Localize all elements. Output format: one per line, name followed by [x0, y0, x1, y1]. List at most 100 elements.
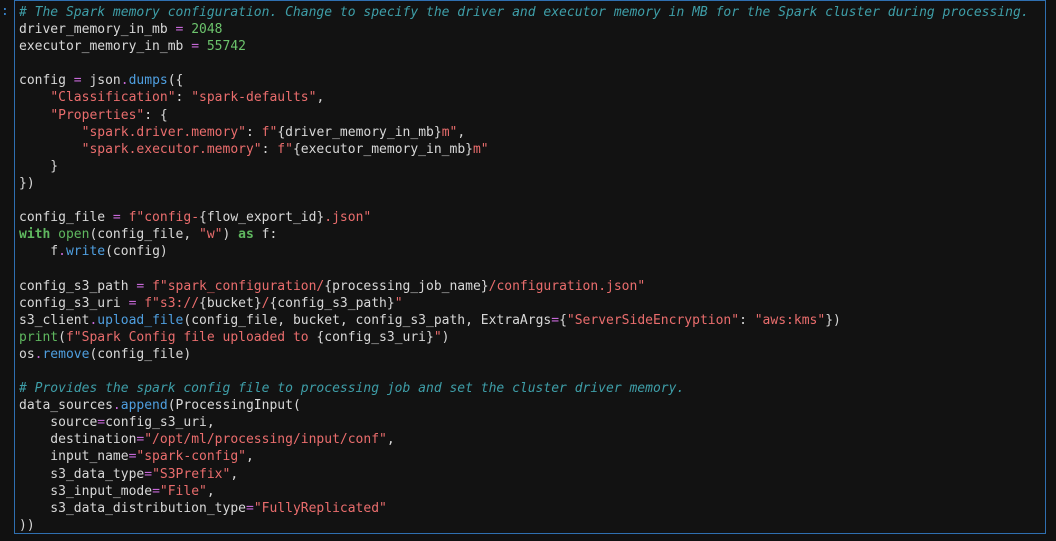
- code-token-string: "/opt/ml/processing/input/conf": [144, 432, 387, 448]
- code-token-text: }): [825, 312, 841, 328]
- code-token-text: s3_data_type: [19, 466, 145, 482]
- code-token-text: {config_s3_path}: [269, 295, 395, 311]
- code-token-function: upload_file: [97, 312, 184, 328]
- code-token-string: f": [277, 141, 293, 157]
- code-line: s3_client.upload_file(config_file, bucke…: [19, 312, 1029, 329]
- code-token-text: )): [19, 517, 35, 533]
- code-token-text: (config): [105, 244, 168, 260]
- code-token-text: :: [246, 124, 262, 140]
- code-token-keyword: as: [238, 227, 254, 243]
- code-token-text: {flow_export_id}: [199, 210, 325, 226]
- code-token-text: ): [222, 227, 239, 243]
- code-token-text: ,: [206, 483, 215, 499]
- code-token-text: {: [559, 312, 567, 328]
- code-line: # Provides the spark config file to proc…: [19, 380, 1029, 397]
- code-token-function: dumps: [128, 73, 168, 89]
- code-token-string: ": [394, 295, 403, 311]
- code-token-text: (config_file, bucket, config_s3_path, Ex…: [183, 312, 552, 328]
- code-token-text: f: [19, 244, 59, 260]
- code-token-identifier: config_s3_path: [19, 278, 137, 294]
- code-token-text: f:: [253, 227, 278, 243]
- code-line: s3_input_mode="File",: [19, 483, 1029, 500]
- code-token-operator: =: [112, 210, 121, 226]
- code-token-text: ,: [457, 124, 466, 140]
- code-line: f.write(config): [19, 243, 1029, 260]
- code-token-string: .json": [324, 210, 372, 226]
- code-line: os.remove(config_file): [19, 346, 1029, 363]
- code-editor[interactable]: # The Spark memory configuration. Change…: [19, 4, 1029, 534]
- code-token-operator: =: [191, 39, 200, 55]
- code-token-comment: # Provides the spark config file to proc…: [19, 381, 685, 397]
- code-token-string: f"spark_configuration/: [152, 278, 325, 294]
- code-token-text: ,: [245, 449, 254, 465]
- code-line: data_sources.append(ProcessingInput(: [19, 397, 1029, 414]
- code-token-number: 55742: [206, 39, 246, 55]
- code-line: }: [19, 158, 1029, 175]
- code-token-identifier: data_sources: [19, 398, 113, 414]
- code-token-text: {executor_memory_in_mb}: [292, 141, 473, 157]
- code-token-text: config_s3_uri,: [105, 415, 215, 431]
- code-token-text: ({: [167, 73, 184, 89]
- code-token-identifier: driver_memory_in_mb: [19, 22, 176, 38]
- code-token-builtin: print: [19, 329, 59, 345]
- code-token-identifier: os: [19, 346, 35, 362]
- code-token-text: {processing_job_name}: [324, 278, 489, 294]
- code-line: print(f"Spark Config file uploaded to {c…: [19, 329, 1029, 346]
- code-token-keyword: with: [19, 227, 51, 243]
- code-token-text: :: [739, 312, 755, 328]
- code-token-text: s3_data_distribution_type: [19, 500, 246, 516]
- code-token-string: f": [261, 124, 278, 140]
- code-token-string: "spark-config": [136, 449, 246, 465]
- code-line: config_file = f"config-{flow_export_id}.…: [19, 209, 1029, 226]
- code-line: "spark.driver.memory": f"{driver_memory_…: [19, 124, 1029, 141]
- code-token-text: :: [261, 141, 278, 157]
- code-token-string: f"s3://: [144, 295, 200, 311]
- code-token-text: ): [441, 329, 450, 345]
- code-token-text: s3_input_mode: [19, 483, 153, 499]
- code-token-string: m": [472, 141, 489, 157]
- code-token-string: "aws:kms": [754, 312, 826, 328]
- code-token-operator: =: [152, 483, 160, 499]
- code-cell[interactable]: # The Spark memory configuration. Change…: [14, 0, 1046, 534]
- code-token-string: "spark.driver.memory": [81, 124, 246, 140]
- code-line: s3_data_type="S3Prefix",: [19, 466, 1029, 483]
- code-token-string: "spark-defaults": [191, 90, 317, 106]
- code-token-identifier: config_s3_uri: [19, 295, 129, 311]
- code-token-operator: .: [58, 244, 66, 260]
- code-line: config = json.dumps({: [19, 72, 1029, 89]
- code-token-text: :: [175, 90, 192, 106]
- code-token-text: {bucket}: [199, 295, 262, 311]
- code-token-function: write: [65, 244, 106, 260]
- code-token-string: "S3Prefix": [152, 466, 231, 482]
- code-token-string: "w": [199, 227, 223, 243]
- code-token-identifier: config: [19, 73, 74, 89]
- code-token-text: (config_file,: [89, 227, 200, 243]
- code-token-text: }): [19, 175, 35, 191]
- code-token-text: source: [19, 415, 98, 431]
- code-token-identifier: config_file: [19, 210, 113, 226]
- code-line: "Properties": {: [19, 107, 1029, 124]
- code-line: source=config_s3_uri,: [19, 414, 1029, 431]
- code-token-text: : {: [144, 107, 168, 123]
- code-token-identifier: s3_client: [19, 312, 90, 328]
- code-token-operator: .: [112, 398, 121, 414]
- code-token-text: ,: [386, 432, 395, 448]
- code-token-text: input_name: [19, 449, 129, 465]
- cell-prompt-marker: :: [1, 4, 9, 19]
- code-token-text: (ProcessingInput(: [167, 398, 301, 414]
- code-token-builtin: open: [58, 227, 90, 243]
- code-token-string: "Classification": [50, 90, 176, 106]
- code-token-string: f"config-: [128, 210, 200, 226]
- code-line: config_s3_uri = f"s3://{bucket}/{config_…: [19, 295, 1029, 312]
- code-token-text: ,: [316, 90, 325, 106]
- code-line: "Classification": "spark-defaults",: [19, 89, 1029, 106]
- code-token-string: "ServerSideEncryption": [566, 312, 740, 328]
- code-token-string: f"Spark Config file uploaded to: [65, 329, 317, 345]
